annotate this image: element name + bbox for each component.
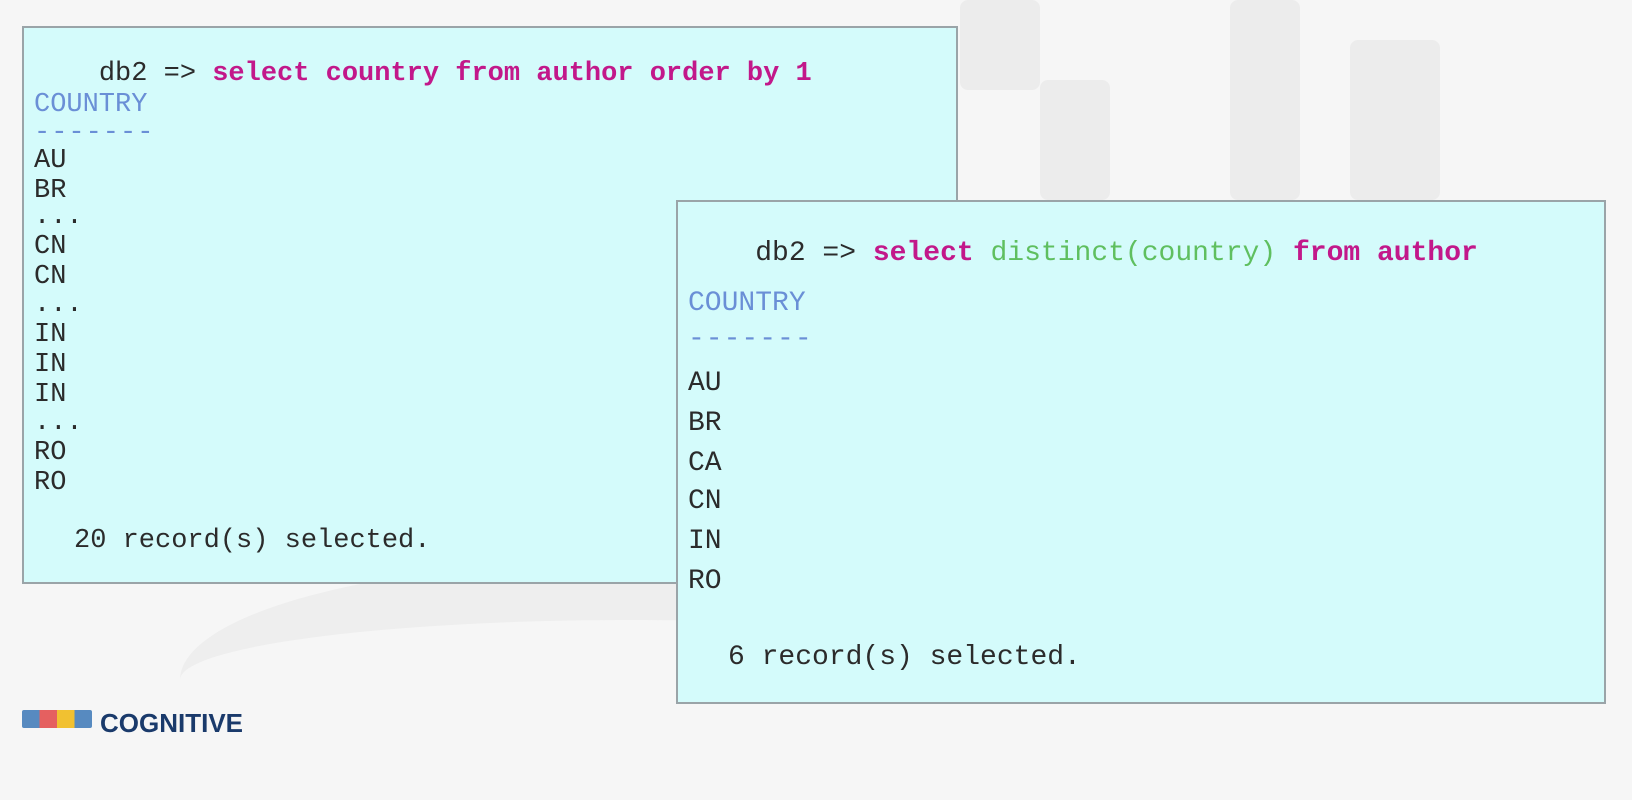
result-row: AU	[34, 146, 67, 176]
terminal-panel-distinct: db2 => select distinct(country) from aut…	[676, 200, 1606, 704]
logo-text: COGNITIVE	[100, 708, 244, 738]
logo-mark-icon	[22, 710, 92, 728]
result-row: IN	[34, 380, 67, 410]
result-ellipsis: ...	[34, 290, 83, 320]
query-line: db2 => select distinct(country) from aut…	[688, 212, 1478, 296]
column-rule: -------	[688, 324, 813, 355]
prompt: db2 =>	[755, 238, 857, 269]
result-row: CN	[34, 232, 67, 262]
result-row: CN	[34, 262, 67, 292]
result-row: IN	[34, 350, 67, 380]
background-shape	[960, 0, 1040, 90]
record-count: 6 record(s) selected.	[728, 642, 1081, 673]
query-text: select country from author order by 1	[212, 59, 812, 89]
background-shape	[1230, 0, 1300, 200]
result-row: RO	[34, 468, 67, 498]
result-row: CN	[688, 486, 722, 517]
background-shape	[1040, 80, 1110, 200]
query-from-clause: from author	[1292, 238, 1478, 269]
result-row: IN	[688, 526, 722, 557]
result-row: CA	[688, 448, 722, 479]
query-function: distinct(country)	[990, 238, 1277, 269]
query-select-keyword: select	[872, 238, 974, 269]
cognitive-logo: COGNITIVE	[22, 710, 243, 740]
query-line: db2 => select country from author order …	[34, 34, 812, 115]
column-rule: -------	[34, 118, 155, 148]
prompt: db2 =>	[98, 59, 197, 89]
result-row: BR	[34, 176, 67, 206]
column-header: COUNTRY	[688, 288, 806, 319]
record-count: 20 record(s) selected.	[74, 526, 431, 556]
column-header: COUNTRY	[34, 90, 148, 120]
result-ellipsis: ...	[34, 202, 83, 232]
result-ellipsis: ...	[34, 408, 83, 438]
result-row: IN	[34, 320, 67, 350]
background-shape	[1350, 40, 1440, 200]
result-row: AU	[688, 368, 722, 399]
result-row: RO	[34, 438, 67, 468]
result-row: RO	[688, 566, 722, 597]
result-row: BR	[688, 408, 722, 439]
